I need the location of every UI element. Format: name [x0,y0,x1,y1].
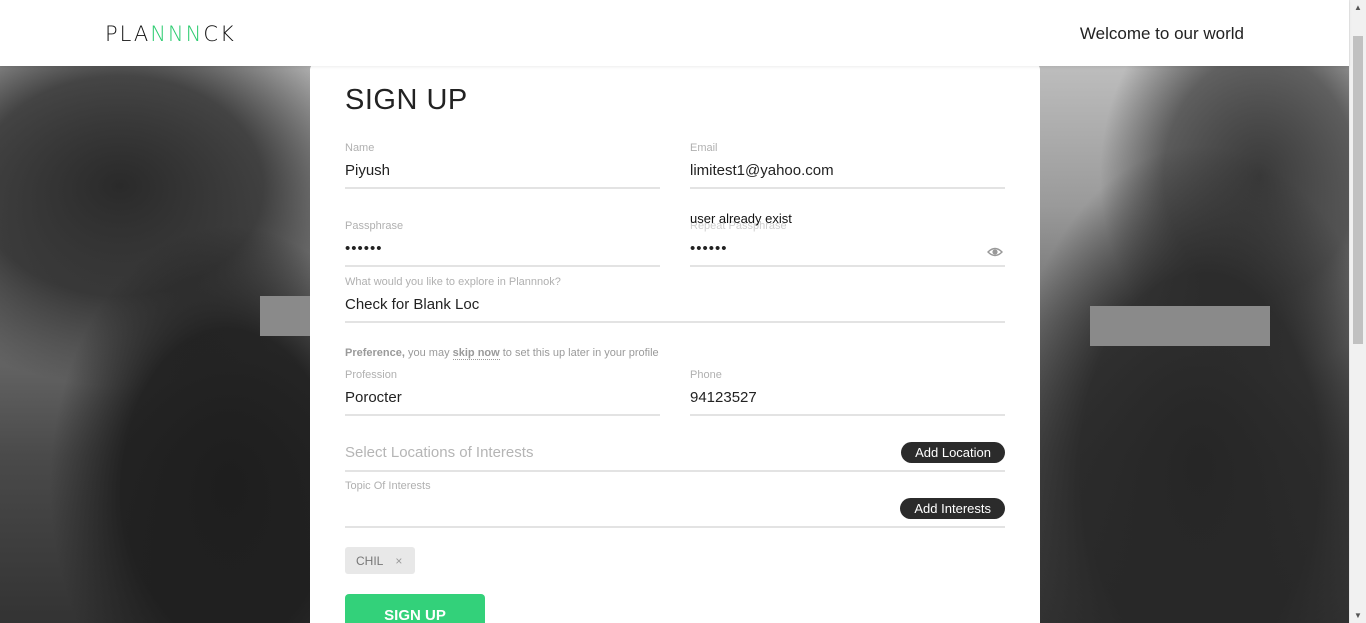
logo-prefix: PLA [105,22,151,46]
interest-chip: CHIL × [345,547,415,574]
top-header: PLANNNCK Welcome to our world [0,0,1349,66]
name-label: Name [345,142,375,154]
logo-suffix: CK [203,22,236,46]
scroll-up-icon[interactable]: ▲ [1354,3,1362,12]
preference-text-post: to set this up later in your profile [499,347,659,359]
name-input[interactable]: Piyush [345,162,390,179]
chip-label: CHIL [356,553,384,568]
explore-label: What would you like to explore in Plannn… [345,276,561,288]
topics-field[interactable]: Topic Of Interests Add Interests [345,480,1005,528]
passphrase-input[interactable]: •••••• [345,240,383,257]
preference-text-pre: you may [404,347,453,359]
locations-field[interactable]: Select Locations of Interests Add Locati… [345,434,1005,472]
welcome-text: Welcome to our world [1079,24,1244,43]
logo[interactable]: PLANNNCK [105,22,236,46]
email-input[interactable]: limitest1@yahoo.com [690,162,834,179]
logo-accent: NNN [150,22,204,46]
eye-icon[interactable] [987,246,1003,258]
preference-note: Preference, you may skip now to set this… [345,347,659,360]
explore-input[interactable]: Check for Blank Loc [345,296,479,313]
phone-label: Phone [690,369,722,381]
topics-label: Topic Of Interests [345,480,431,492]
preference-bold: Preference, [345,347,405,359]
scroll-down-icon[interactable]: ▼ [1354,611,1362,620]
close-icon[interactable]: × [395,554,402,568]
add-location-button[interactable]: Add Location [901,442,1005,463]
explore-field[interactable]: What would you like to explore in Plannn… [345,276,1005,323]
locations-placeholder[interactable]: Select Locations of Interests [345,444,533,461]
add-interests-button[interactable]: Add Interests [900,498,1005,519]
email-field[interactable]: Email limitest1@yahoo.com [690,142,1005,189]
phone-input[interactable]: 94123527 [690,389,757,406]
phone-field[interactable]: Phone 94123527 [690,369,1005,416]
signup-button[interactable]: SIGN UP [345,594,485,623]
profession-label: Profession [345,369,397,381]
repeat-passphrase-field[interactable]: Repeat Passphrase •••••• [690,220,1005,267]
repeat-passphrase-input[interactable]: •••••• [690,240,728,257]
error-message: user already exist [690,211,792,226]
email-label: Email [690,142,718,154]
profession-input[interactable]: Porocter [345,389,402,406]
name-field[interactable]: Name Piyush [345,142,660,189]
scrollbar[interactable]: ▲ ▼ [1349,0,1366,623]
passphrase-field[interactable]: Passphrase •••••• [345,220,660,267]
passphrase-label: Passphrase [345,220,404,232]
signup-card: SIGN UP Name Piyush Email limitest1@yaho… [310,62,1040,623]
scrollbar-thumb[interactable] [1353,36,1363,344]
background-skyline [1090,306,1270,346]
skip-now-link[interactable]: skip now [452,347,500,360]
profession-field[interactable]: Profession Porocter [345,369,660,416]
page-title: SIGN UP [345,84,468,116]
